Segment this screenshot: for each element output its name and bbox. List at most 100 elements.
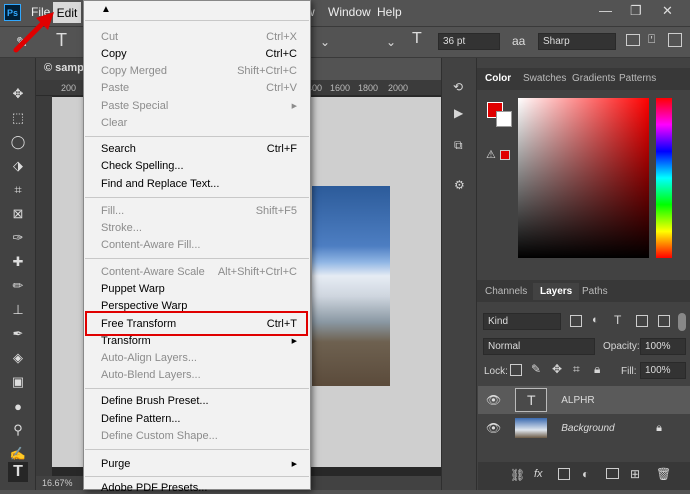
menu-window[interactable]: Window xyxy=(328,5,371,19)
menu-item-find-replace[interactable]: Find and Replace Text... xyxy=(101,178,297,190)
layer-row[interactable]: 👁︎ T ALPHR xyxy=(478,386,690,414)
dodge-tool-icon[interactable]: ⚲ xyxy=(8,420,28,440)
menu-item-purge[interactable]: Purge ▶ xyxy=(101,458,297,470)
character-panel-icon[interactable] xyxy=(668,33,682,47)
move-tool-icon[interactable]: ✥ xyxy=(8,84,28,104)
hue-slider[interactable] xyxy=(656,98,672,258)
clone-stamp-tool-icon[interactable]: ⊥ xyxy=(8,300,28,320)
menu-item-auto-blend[interactable]: Auto-Blend Layers... xyxy=(101,369,297,381)
close-icon[interactable]: ✕ xyxy=(662,3,673,19)
layer-name[interactable]: Background xyxy=(561,423,614,434)
filter-pixel-icon[interactable] xyxy=(570,315,582,327)
align-left-icon[interactable] xyxy=(626,34,640,46)
libraries-icon[interactable]: ⧉ xyxy=(454,138,463,153)
blur-tool-icon[interactable]: ● xyxy=(8,396,28,416)
font-size-field[interactable]: 36 pt xyxy=(438,33,500,50)
menu-item-define-custom-shape[interactable]: Define Custom Shape... xyxy=(101,430,297,442)
menu-item-stroke[interactable]: Stroke... xyxy=(101,222,297,234)
pen-tool-icon[interactable]: ✍ xyxy=(8,444,28,464)
filter-smart-object-icon[interactable] xyxy=(658,315,670,327)
tab-color[interactable]: Color xyxy=(485,73,511,84)
menu-item-label: Fill... xyxy=(101,205,125,217)
eye-icon[interactable]: 👁︎ xyxy=(486,393,501,407)
tab-paths[interactable]: Paths xyxy=(582,286,608,297)
gamut-color-swatch[interactable] xyxy=(500,150,510,160)
layer-style-icon[interactable]: fx xyxy=(534,468,543,480)
history-icon[interactable]: ⟲ xyxy=(453,80,463,94)
type-tool-icon[interactable]: T xyxy=(8,462,28,482)
brush-tool-icon[interactable]: ✏ xyxy=(8,276,28,296)
link-layers-icon[interactable]: ⛓ xyxy=(510,468,525,482)
adjustment-layer-icon[interactable]: ◐ xyxy=(582,467,589,481)
menu-item-content-aware-fill[interactable]: Content-Aware Fill... xyxy=(101,239,297,251)
menu-item-paste-special[interactable]: Paste Special ▶ xyxy=(101,100,297,112)
marquee-tool-icon[interactable]: ⬚ xyxy=(8,108,28,128)
lasso-tool-icon[interactable]: ◯ xyxy=(8,132,28,152)
tab-gradients[interactable]: Gradients xyxy=(572,73,615,84)
menu-item-fill[interactable]: Fill... Shift+F5 xyxy=(101,205,297,217)
menu-item-define-pattern[interactable]: Define Pattern... xyxy=(101,413,297,425)
background-color-swatch[interactable] xyxy=(496,111,512,127)
eraser-tool-icon[interactable]: ◈ xyxy=(8,348,28,368)
opacity-field[interactable]: 100% xyxy=(640,338,686,355)
menu-item-adobe-pdf-presets[interactable]: Adobe PDF Presets... xyxy=(101,482,297,494)
zoom-level[interactable]: 16.67% xyxy=(42,478,73,488)
filter-adjustment-icon[interactable]: ◐ xyxy=(592,314,599,326)
lock-all-icon[interactable]: 🔒︎ xyxy=(594,362,600,377)
add-mask-icon[interactable] xyxy=(558,468,570,480)
filter-kind-select[interactable]: Kind xyxy=(483,313,561,330)
lock-image-icon[interactable]: ✎ xyxy=(531,362,541,376)
filter-shape-icon[interactable] xyxy=(636,315,648,327)
antialias-select[interactable]: Sharp xyxy=(538,33,616,50)
color-picker-field[interactable] xyxy=(518,98,649,258)
new-layer-icon[interactable]: ⊞ xyxy=(630,467,640,481)
layer-name[interactable]: ALPHR xyxy=(561,395,594,406)
menu-item-paste[interactable]: Paste Ctrl+V xyxy=(101,82,297,94)
menu-item-check-spelling[interactable]: Check Spelling... xyxy=(101,160,297,172)
actions-play-icon[interactable]: ▶ xyxy=(454,106,463,120)
eyedropper-tool-icon[interactable]: ✑ xyxy=(8,228,28,248)
blend-mode-select[interactable]: Normal xyxy=(483,338,595,355)
new-group-icon[interactable] xyxy=(606,468,619,479)
crop-tool-icon[interactable]: ⌗ xyxy=(8,180,28,200)
properties-icon[interactable]: ⚙ xyxy=(454,178,465,192)
menu-item-define-brush[interactable]: Define Brush Preset... xyxy=(101,395,297,407)
menu-help[interactable]: Help xyxy=(377,5,402,19)
eye-icon[interactable]: 👁︎ xyxy=(486,421,501,435)
menu-item-search[interactable]: Search Ctrl+F xyxy=(101,143,297,155)
menu-item-puppet-warp[interactable]: Puppet Warp xyxy=(101,283,297,295)
frame-tool-icon[interactable]: ⊠ xyxy=(8,204,28,224)
gradient-tool-icon[interactable]: ▣ xyxy=(8,372,28,392)
tab-patterns[interactable]: Patterns xyxy=(619,73,656,84)
minimize-icon[interactable]: — xyxy=(599,3,612,18)
dropdown-arrow-icon[interactable]: ⌄ xyxy=(386,35,396,49)
menu-item-copy-merged[interactable]: Copy Merged Shift+Ctrl+C xyxy=(101,65,297,77)
filter-toggle-icon[interactable] xyxy=(678,313,686,331)
scroll-up-icon[interactable]: ▲ xyxy=(101,4,111,15)
tab-layers[interactable]: Layers xyxy=(533,283,580,300)
dropdown-arrow-icon[interactable]: ⌄ xyxy=(320,35,330,49)
delete-layer-icon[interactable]: 🗑︎ xyxy=(656,467,671,481)
document-tab[interactable]: © samp xyxy=(36,58,86,80)
menu-item-content-aware-scale[interactable]: Content-Aware Scale Alt+Shift+Ctrl+C xyxy=(101,266,297,278)
fill-field[interactable]: 100% xyxy=(640,362,686,379)
filter-type-icon[interactable]: T xyxy=(614,313,621,327)
menu-item-cut[interactable]: Cut Ctrl+X xyxy=(101,31,297,43)
lock-transparent-icon[interactable] xyxy=(510,364,522,376)
healing-brush-tool-icon[interactable]: ✚ xyxy=(8,252,28,272)
lock-artboard-icon[interactable]: ⌗ xyxy=(573,362,580,377)
menu-item-auto-align[interactable]: Auto-Align Layers... xyxy=(101,352,297,364)
layer-row[interactable]: 👁︎ Background 🔒︎ xyxy=(478,414,690,442)
lock-position-icon[interactable]: ✥ xyxy=(552,362,562,376)
menu-separator xyxy=(85,258,309,259)
mountain-photo[interactable] xyxy=(312,186,390,386)
history-brush-tool-icon[interactable]: ✒ xyxy=(8,324,28,344)
tab-swatches[interactable]: Swatches xyxy=(523,73,566,84)
tab-channels[interactable]: Channels xyxy=(485,286,527,297)
quick-select-tool-icon[interactable]: ⬗ xyxy=(8,156,28,176)
menu-item-transform[interactable]: Transform ▶ xyxy=(101,335,297,347)
maximize-icon[interactable]: ❐ xyxy=(630,3,642,19)
menu-item-clear[interactable]: Clear xyxy=(101,117,297,129)
warp-text-icon[interactable]: ⍞ xyxy=(648,32,655,47)
menu-item-copy[interactable]: Copy Ctrl+C xyxy=(101,48,297,60)
